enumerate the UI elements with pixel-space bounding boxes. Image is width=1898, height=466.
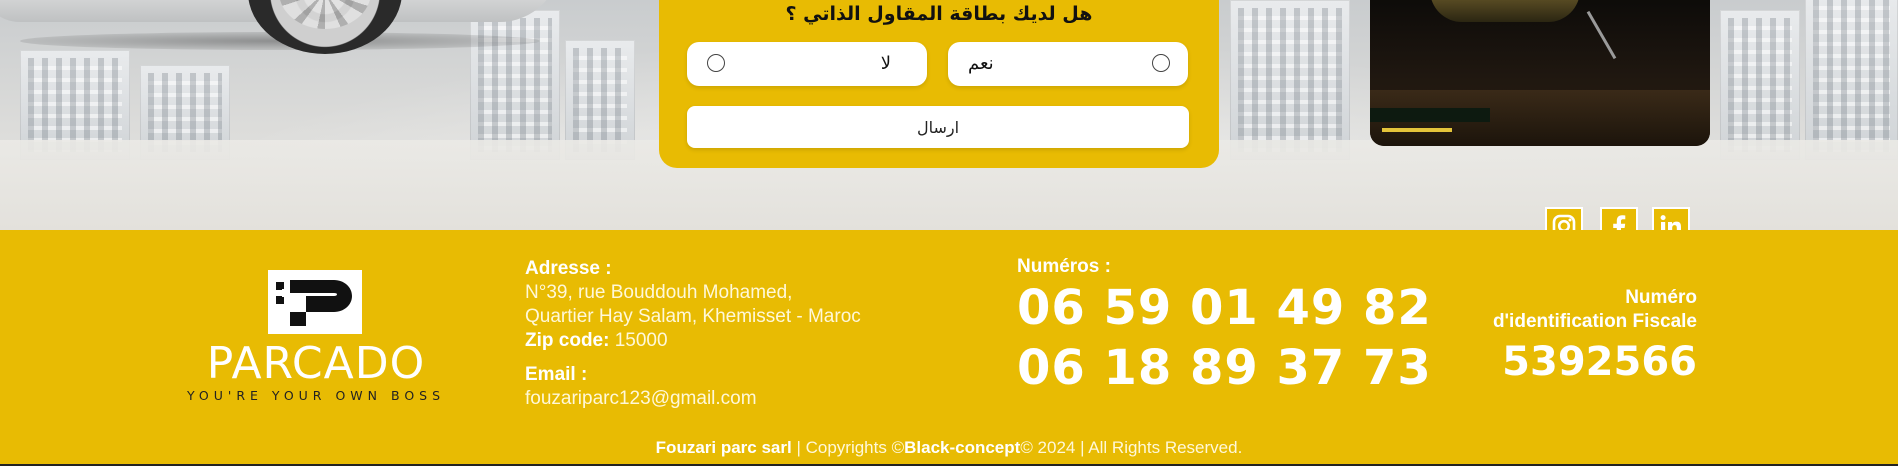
- photo-lamp: [1430, 0, 1580, 22]
- parcado-logo-mark: [268, 270, 362, 334]
- facebook-icon: [1613, 215, 1626, 230]
- instagram-icon: [1552, 214, 1576, 230]
- copyright-text-1: | Copyrights ©: [791, 438, 905, 457]
- linkedin-icon: [1660, 215, 1681, 230]
- address-column: Adresse : N°39, rue Bouddouh Mohamed, Qu…: [525, 257, 905, 411]
- building: [1805, 0, 1898, 160]
- submit-button[interactable]: ارسال: [687, 106, 1189, 148]
- fiscal-column: Numéro d'identification Fiscale 5392566: [1420, 286, 1697, 390]
- phone-column: Numéros : 06 59 01 49 82 06 18 89 37 73: [1017, 256, 1431, 398]
- email-label: Email :: [525, 364, 588, 385]
- linkedin-link[interactable]: [1652, 207, 1690, 230]
- address-line-1: N°39, rue Bouddouh Mohamed,: [525, 282, 793, 303]
- hero-background: هل لديك بطاقة المقاول الذاتي ؟ نعم لا ار…: [0, 0, 1898, 230]
- radio-label-no: لا: [880, 53, 891, 74]
- fiscal-label-line-1: Numéro: [1625, 287, 1697, 308]
- logo-tagline: YOU'RE YOUR OWN BOSS: [186, 388, 446, 403]
- address-line-2: Quartier Hay Salam, Khemisset - Maroc: [525, 306, 861, 327]
- contractor-card-form: هل لديك بطاقة المقاول الذاتي ؟ نعم لا ار…: [659, 0, 1219, 168]
- photo-pen: [1586, 10, 1617, 60]
- copyright-agency-link[interactable]: Black-concept: [904, 438, 1020, 457]
- logo-text: PARCADO: [206, 338, 426, 389]
- fiscal-label-line-2: d'identification Fiscale: [1492, 311, 1697, 332]
- radio-label-yes: نعم: [968, 53, 994, 74]
- radio-option-yes[interactable]: نعم: [948, 42, 1188, 86]
- email-link[interactable]: fouzariparc123@gmail.com: [525, 387, 905, 411]
- instagram-link[interactable]: [1545, 207, 1583, 230]
- phone-number-1[interactable]: 06 59 01 49 82: [1017, 278, 1431, 338]
- car-image: [0, 0, 560, 60]
- radio-circle[interactable]: [1152, 54, 1170, 72]
- zip-value: 15000: [614, 330, 668, 351]
- copyright-company: Fouzari parc sarl: [655, 438, 792, 457]
- copyright-line: Fouzari parc sarl | Copyrights ©Black-co…: [0, 438, 1898, 458]
- radio-circle[interactable]: [707, 54, 725, 72]
- facebook-link[interactable]: [1600, 207, 1638, 230]
- zip-label: Zip code:: [525, 330, 610, 351]
- building: [1230, 0, 1350, 160]
- desk-photo: [1370, 0, 1710, 146]
- photo-book: [1370, 108, 1490, 122]
- fiscal-number: 5392566: [1502, 339, 1697, 385]
- zip-row: Zip code: 15000: [525, 329, 905, 353]
- copyright-text-2: © 2024 | All Rights Reserved.: [1020, 438, 1243, 457]
- phone-number-2[interactable]: 06 18 89 37 73: [1017, 338, 1431, 398]
- site-footer: PARCADO YOU'RE YOUR OWN BOSS Adresse : N…: [0, 230, 1898, 466]
- email-block: Email : fouzariparc123@gmail.com: [525, 363, 905, 411]
- photo-strip: [1382, 128, 1452, 132]
- form-question: هل لديك بطاقة المقاول الذاتي ؟: [785, 3, 1093, 25]
- building: [1720, 10, 1800, 160]
- numbers-label: Numéros :: [1017, 256, 1111, 277]
- address-label: Adresse :: [525, 258, 612, 279]
- radio-option-no[interactable]: لا: [687, 42, 927, 86]
